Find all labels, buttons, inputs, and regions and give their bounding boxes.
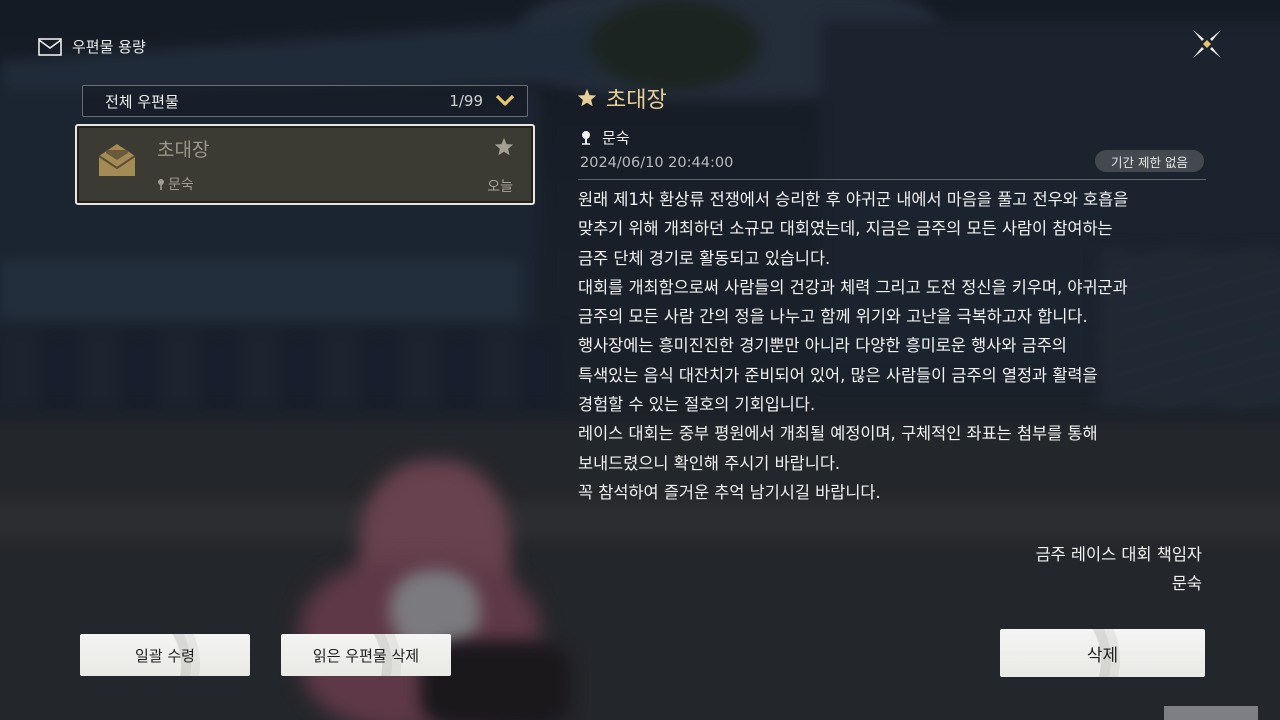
header-title: 우편물 용량	[72, 38, 146, 56]
mail-list-item[interactable]: 초대장 문숙 오늘	[75, 124, 535, 205]
mail-item-sender-name: 문숙	[168, 177, 194, 193]
pin-icon	[158, 179, 164, 190]
signature-title: 금주 레이스 대회 책임자	[1035, 545, 1202, 564]
close-button[interactable]	[1188, 25, 1226, 63]
detail-timestamp: 2024/06/10 20:44:00	[580, 155, 734, 171]
pin-icon	[582, 130, 590, 145]
mail-item-date: 오늘	[487, 179, 513, 195]
detail-title: 초대장	[576, 82, 667, 114]
detail-divider	[578, 179, 1206, 180]
filter-label: 전체 우편물	[105, 92, 179, 111]
mail-item-sender: 문숙	[157, 174, 194, 194]
signature-name: 문숙	[1171, 574, 1202, 593]
corner-overlay-block	[1164, 706, 1258, 720]
mail-count: 1/99	[449, 92, 483, 110]
close-x-icon	[1193, 30, 1221, 58]
delete-button[interactable]: 삭제	[1000, 629, 1205, 677]
mail-signature: 금주 레이스 대회 책임자 문숙	[1036, 540, 1202, 598]
envelope-icon	[98, 144, 136, 176]
chevron-down-icon	[495, 94, 515, 106]
star-icon	[577, 88, 597, 107]
detail-sender: 문숙	[580, 127, 630, 148]
mail-item-title: 초대장	[157, 139, 210, 161]
detail-title-text: 초대장	[606, 88, 667, 113]
claim-all-label: 일괄 수령	[135, 646, 195, 665]
star-icon[interactable]	[493, 136, 515, 158]
mail-icon	[38, 37, 62, 56]
delete-label: 삭제	[1086, 645, 1119, 666]
expiry-badge: 기간 제한 없음	[1095, 150, 1204, 172]
mail-body: 원래 제1차 환상류 전쟁에서 승리한 후 야귀군 내에서 마음을 풀고 전우와…	[578, 190, 1129, 502]
mail-screen: 우편물 용량 전체 우편물 1/99 초대장 문숙 오늘 초대장 문숙 2024…	[0, 0, 1280, 720]
delete-read-button[interactable]: 읽은 우편물 삭제	[281, 634, 451, 676]
mail-filter-dropdown[interactable]: 전체 우편물 1/99	[82, 85, 528, 117]
delete-read-label: 읽은 우편물 삭제	[312, 646, 420, 665]
claim-all-button[interactable]: 일괄 수령	[80, 634, 250, 676]
detail-sender-name: 문숙	[602, 129, 630, 147]
mail-capacity-header: 우편물 용량	[38, 36, 146, 57]
